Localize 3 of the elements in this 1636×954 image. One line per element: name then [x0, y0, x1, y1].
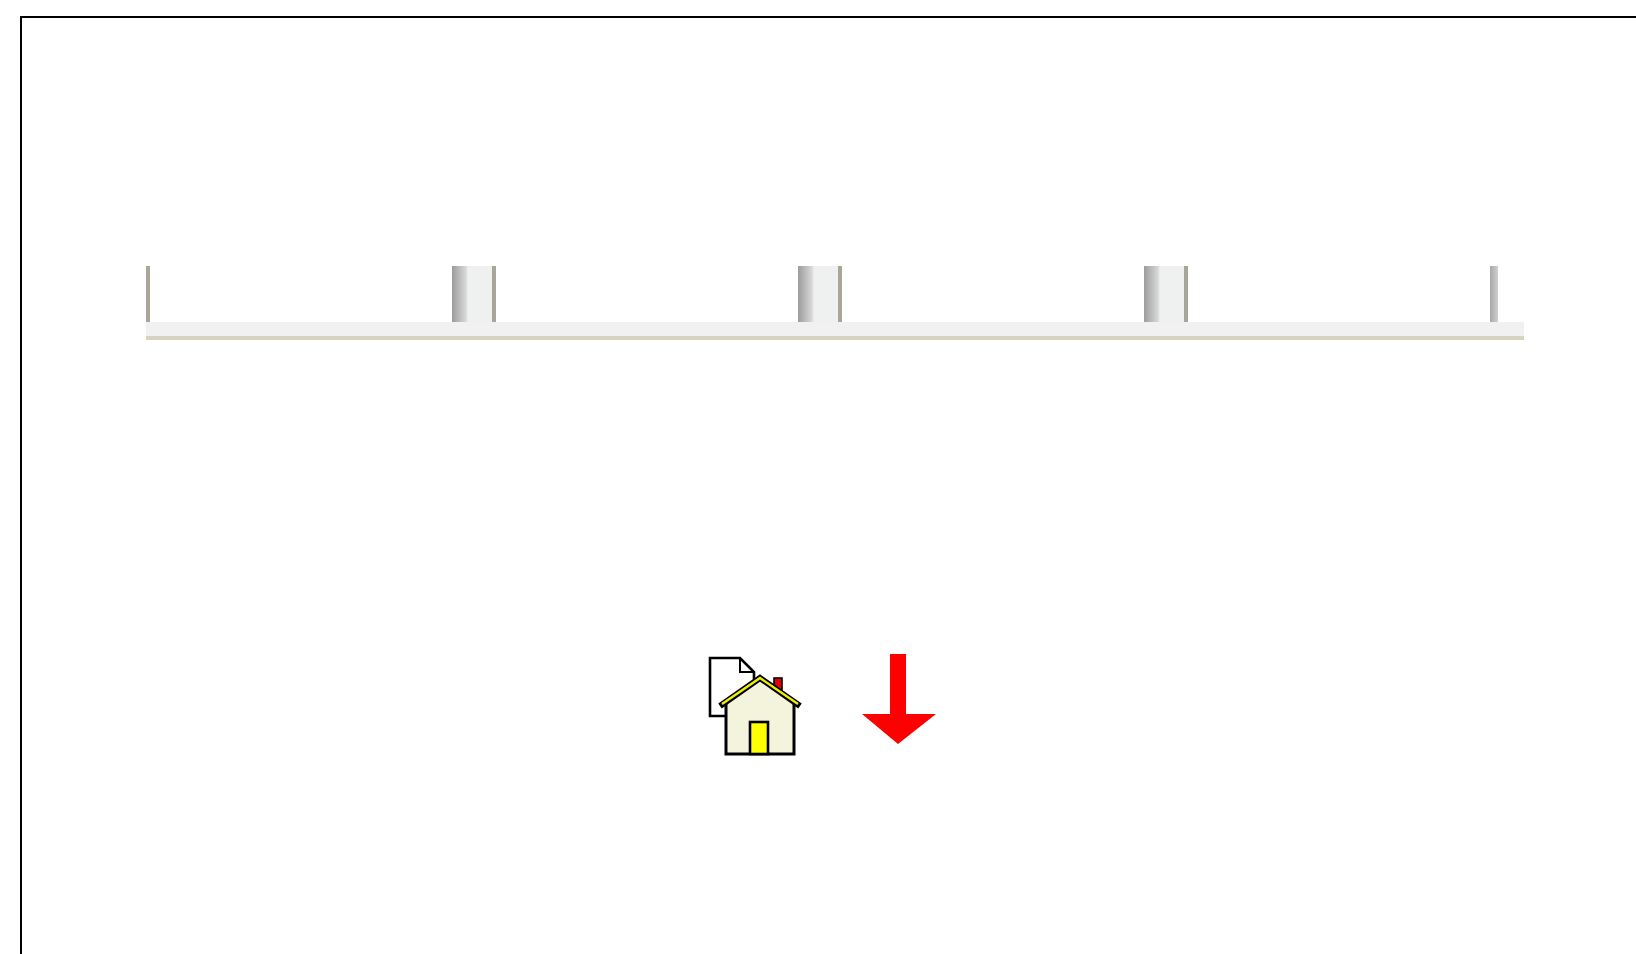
home-page-icon[interactable]: [708, 656, 802, 758]
tab-strip-end: [1490, 266, 1498, 322]
down-arrow-icon: [862, 654, 936, 744]
